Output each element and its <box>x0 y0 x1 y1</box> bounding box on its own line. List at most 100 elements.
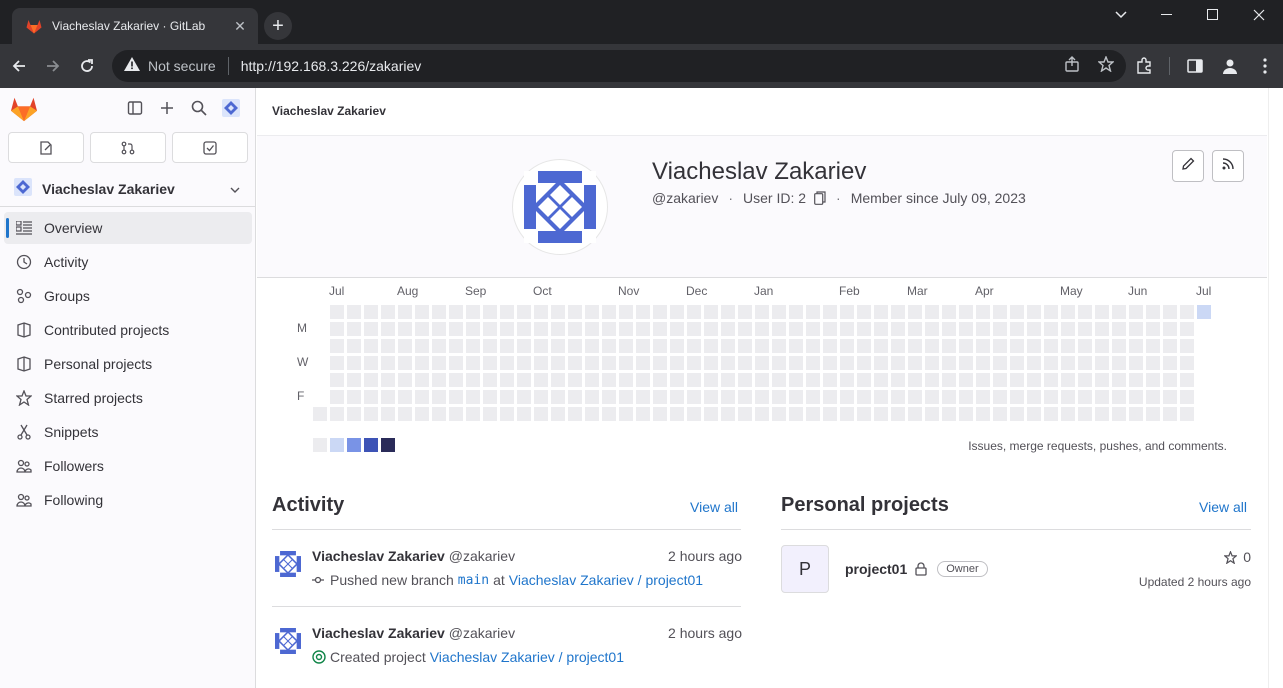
calendar-day-cell[interactable] <box>364 373 378 387</box>
calendar-day-cell[interactable] <box>738 339 752 353</box>
calendar-day-cell[interactable] <box>670 390 684 404</box>
calendar-day-cell[interactable] <box>500 339 514 353</box>
calendar-day-cell[interactable] <box>585 373 599 387</box>
calendar-day-cell[interactable] <box>1078 339 1092 353</box>
calendar-day-cell[interactable] <box>602 339 616 353</box>
project-stars[interactable]: 0 <box>1224 549 1251 565</box>
calendar-day-cell[interactable] <box>1027 339 1041 353</box>
calendar-day-cell[interactable] <box>1095 356 1109 370</box>
calendar-day-cell[interactable] <box>602 322 616 336</box>
calendar-day-cell[interactable] <box>1112 390 1126 404</box>
calendar-day-cell[interactable] <box>1061 407 1075 421</box>
calendar-day-cell[interactable] <box>364 390 378 404</box>
calendar-day-cell[interactable] <box>687 339 701 353</box>
calendar-day-cell[interactable] <box>806 356 820 370</box>
calendar-day-cell[interactable] <box>1146 305 1160 319</box>
extensions-icon[interactable] <box>1131 53 1157 79</box>
calendar-day-cell[interactable] <box>568 356 582 370</box>
calendar-day-cell[interactable] <box>993 390 1007 404</box>
calendar-day-cell[interactable] <box>670 407 684 421</box>
calendar-day-cell[interactable] <box>959 390 973 404</box>
calendar-day-cell[interactable] <box>1061 390 1075 404</box>
calendar-day-cell[interactable] <box>670 305 684 319</box>
calendar-day-cell[interactable] <box>551 339 565 353</box>
calendar-day-cell[interactable] <box>602 373 616 387</box>
calendar-day-cell[interactable] <box>534 407 548 421</box>
calendar-day-cell[interactable] <box>670 322 684 336</box>
calendar-day-cell[interactable] <box>959 356 973 370</box>
calendar-day-cell[interactable] <box>891 322 905 336</box>
calendar-day-cell[interactable] <box>1061 322 1075 336</box>
calendar-day-cell[interactable] <box>517 356 531 370</box>
calendar-day-cell[interactable] <box>1061 339 1075 353</box>
sidebar-item-followers[interactable]: Followers <box>4 450 252 482</box>
event-author[interactable]: Viacheslav Zakariev @zakariev <box>312 625 515 641</box>
calendar-day-cell[interactable] <box>1112 407 1126 421</box>
calendar-day-cell[interactable] <box>364 407 378 421</box>
calendar-day-cell[interactable] <box>517 407 531 421</box>
close-window-button[interactable] <box>1236 0 1282 30</box>
calendar-day-cell[interactable] <box>942 322 956 336</box>
calendar-day-cell[interactable] <box>364 339 378 353</box>
calendar-day-cell[interactable] <box>891 305 905 319</box>
calendar-day-cell[interactable] <box>993 373 1007 387</box>
event-author[interactable]: Viacheslav Zakariev @zakariev <box>312 548 515 564</box>
calendar-day-cell[interactable] <box>483 305 497 319</box>
calendar-day-cell[interactable] <box>551 356 565 370</box>
calendar-day-cell[interactable] <box>959 339 973 353</box>
calendar-day-cell[interactable] <box>738 356 752 370</box>
calendar-day-cell[interactable] <box>1180 373 1194 387</box>
calendar-day-cell[interactable] <box>432 407 446 421</box>
calendar-day-cell[interactable] <box>1095 407 1109 421</box>
calendar-day-cell[interactable] <box>619 390 633 404</box>
bookmark-star-icon[interactable] <box>1097 55 1115 77</box>
create-new-icon[interactable] <box>157 98 177 118</box>
calendar-day-cell[interactable] <box>1078 322 1092 336</box>
calendar-day-cell[interactable] <box>1044 305 1058 319</box>
calendar-day-cell[interactable] <box>755 373 769 387</box>
calendar-day-cell[interactable] <box>330 390 344 404</box>
calendar-day-cell[interactable] <box>1061 356 1075 370</box>
calendar-day-cell[interactable] <box>704 390 718 404</box>
calendar-day-cell[interactable] <box>1180 339 1194 353</box>
calendar-day-cell[interactable] <box>653 390 667 404</box>
calendar-day-cell[interactable] <box>857 322 871 336</box>
calendar-day-cell[interactable] <box>568 390 582 404</box>
calendar-day-cell[interactable] <box>738 373 752 387</box>
calendar-day-cell[interactable] <box>857 339 871 353</box>
breadcrumb[interactable]: Viacheslav Zakariev <box>272 104 386 118</box>
calendar-day-cell[interactable] <box>1129 407 1143 421</box>
calendar-day-cell[interactable] <box>789 339 803 353</box>
calendar-day-cell[interactable] <box>687 373 701 387</box>
edit-profile-button[interactable] <box>1172 150 1204 182</box>
calendar-day-cell[interactable] <box>857 305 871 319</box>
calendar-day-cell[interactable] <box>1180 390 1194 404</box>
side-panel-icon[interactable] <box>1182 53 1208 79</box>
calendar-day-cell[interactable] <box>466 356 480 370</box>
calendar-day-cell[interactable] <box>449 373 463 387</box>
calendar-day-cell[interactable] <box>806 407 820 421</box>
calendar-day-cell[interactable] <box>789 407 803 421</box>
calendar-day-cell[interactable] <box>500 390 514 404</box>
calendar-day-cell[interactable] <box>398 322 412 336</box>
calendar-day-cell[interactable] <box>483 373 497 387</box>
calendar-day-cell[interactable] <box>500 322 514 336</box>
calendar-day-cell[interactable] <box>568 373 582 387</box>
calendar-day-cell[interactable] <box>551 322 565 336</box>
event-avatar[interactable] <box>275 628 301 654</box>
calendar-day-cell[interactable] <box>823 339 837 353</box>
calendar-day-cell[interactable] <box>840 356 854 370</box>
calendar-day-cell[interactable] <box>772 339 786 353</box>
calendar-day-cell[interactable] <box>874 356 888 370</box>
project-link[interactable]: Viacheslav Zakariev / project01 <box>509 572 703 588</box>
calendar-day-cell[interactable] <box>670 339 684 353</box>
calendar-day-cell[interactable] <box>704 339 718 353</box>
calendar-day-cell[interactable] <box>1129 322 1143 336</box>
calendar-day-cell[interactable] <box>857 356 871 370</box>
calendar-day-cell[interactable] <box>1044 339 1058 353</box>
calendar-day-cell[interactable] <box>942 339 956 353</box>
calendar-day-cell[interactable] <box>347 407 361 421</box>
page-scrollbar[interactable] <box>1268 88 1283 688</box>
event-author-name[interactable]: Viacheslav Zakariev <box>312 548 445 564</box>
calendar-day-cell[interactable] <box>619 322 633 336</box>
